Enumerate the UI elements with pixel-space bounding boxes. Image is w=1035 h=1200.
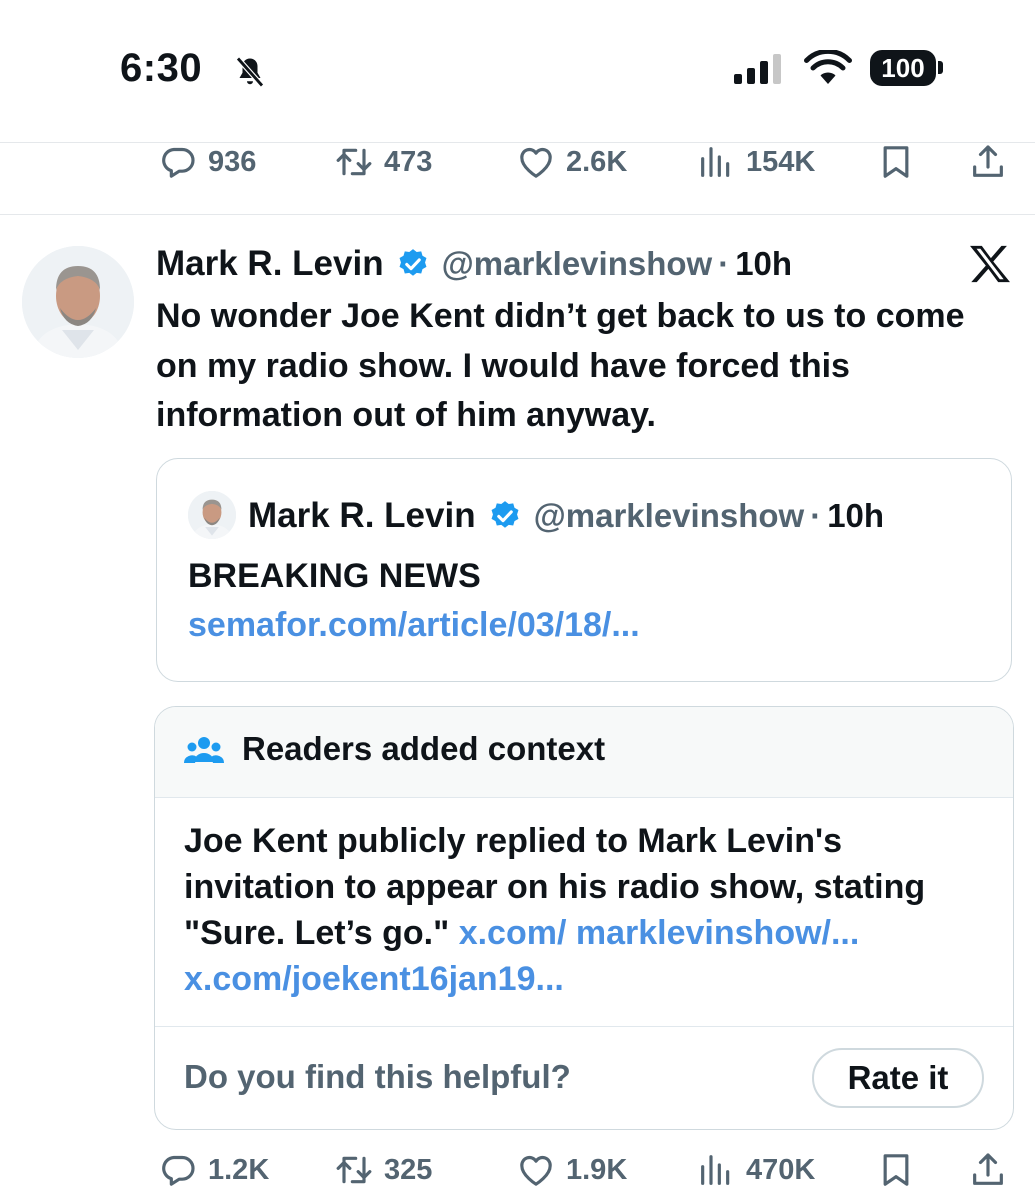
like-count: 2.6K bbox=[566, 145, 628, 178]
wifi-icon bbox=[804, 50, 852, 84]
reply-count: 1.2K bbox=[208, 1153, 270, 1186]
repost-count: 325 bbox=[384, 1153, 433, 1186]
time-separator: · bbox=[718, 245, 730, 282]
reply-button[interactable]: 1.2K bbox=[158, 1140, 269, 1200]
helpful-question: Do you find this helpful? bbox=[184, 1058, 571, 1095]
divider bbox=[155, 1026, 1013, 1027]
author-handle[interactable]: @marklevinshow bbox=[442, 245, 713, 283]
tweet-action-bar: 1.2K 325 1.9K 470K bbox=[0, 1140, 1035, 1200]
views-chart-icon bbox=[701, 147, 730, 177]
battery-indicator: 100 bbox=[870, 50, 936, 86]
divider bbox=[0, 214, 1035, 215]
repost-count: 473 bbox=[384, 145, 433, 178]
note-link-2[interactable]: x.com/joekent16jan19... bbox=[184, 960, 564, 998]
rate-it-button[interactable]: Rate it bbox=[812, 1048, 984, 1108]
quoted-avatar[interactable] bbox=[188, 491, 236, 539]
divider bbox=[155, 797, 1013, 798]
like-button[interactable]: 2.6K bbox=[516, 132, 627, 192]
community-note-text: Joe Kent publicly replied to Mark Levin'… bbox=[184, 818, 994, 1002]
quoted-tweet-header: Mark R. Levin @marklevinshow · 10h bbox=[248, 492, 884, 540]
community-note-title: Readers added context bbox=[242, 730, 606, 767]
heart-icon bbox=[520, 148, 552, 178]
share-button[interactable] bbox=[968, 132, 1008, 192]
share-icon bbox=[973, 1153, 1003, 1185]
share-button[interactable] bbox=[968, 1140, 1008, 1200]
x-logo-icon bbox=[970, 245, 1010, 283]
views-chart-icon bbox=[701, 1155, 730, 1185]
quoted-author-photo bbox=[188, 491, 236, 539]
bookmark-button[interactable] bbox=[876, 1140, 916, 1200]
repost-icon bbox=[336, 148, 372, 176]
bookmark-icon bbox=[883, 1154, 909, 1186]
repost-icon bbox=[336, 1156, 372, 1184]
note-link-1[interactable]: x.com/ marklevinshow/... bbox=[459, 914, 860, 952]
quoted-tweet-age[interactable]: 10h bbox=[827, 497, 884, 535]
bookmark-button[interactable] bbox=[876, 132, 916, 192]
reply-button[interactable]: 936 bbox=[158, 132, 256, 192]
note-link-1-part1: x.com/ bbox=[458, 914, 567, 952]
share-icon bbox=[973, 145, 1003, 177]
like-count: 1.9K bbox=[566, 1153, 628, 1186]
verified-badge-icon bbox=[399, 249, 427, 276]
battery-cap bbox=[938, 61, 943, 74]
bookmark-icon bbox=[883, 146, 909, 178]
tweet-header: Mark R. Levin @marklevinshow · 10h bbox=[156, 240, 792, 288]
reply-icon bbox=[162, 147, 195, 178]
views-button[interactable]: 154K bbox=[696, 132, 815, 192]
bell-slash-icon bbox=[236, 56, 264, 88]
time-separator: · bbox=[810, 497, 822, 534]
views-button[interactable]: 470K bbox=[696, 1140, 815, 1200]
author-name[interactable]: Mark R. Levin bbox=[156, 244, 384, 284]
reply-count: 936 bbox=[208, 145, 257, 178]
cellular-signal-icon bbox=[734, 54, 781, 84]
avatar[interactable] bbox=[22, 246, 134, 358]
heart-icon bbox=[520, 1156, 552, 1186]
views-count: 154K bbox=[746, 145, 816, 178]
repost-button[interactable]: 473 bbox=[334, 132, 432, 192]
quoted-tweet-text: BREAKING NEWS bbox=[188, 557, 481, 595]
prev-tweet-action-bar: 936 473 2.6K 154K bbox=[0, 132, 1035, 192]
quoted-author-name[interactable]: Mark R. Levin bbox=[248, 496, 476, 536]
verified-badge-icon bbox=[491, 501, 519, 528]
like-button[interactable]: 1.9K bbox=[516, 1140, 627, 1200]
tweet-age[interactable]: 10h bbox=[735, 245, 792, 283]
author-photo bbox=[22, 246, 134, 358]
tweet-text: No wonder Joe Kent didn’t get back to us… bbox=[156, 297, 965, 434]
people-group-icon bbox=[184, 737, 224, 763]
views-count: 470K bbox=[746, 1153, 816, 1186]
status-time: 6:30 bbox=[120, 46, 203, 90]
note-link-1-part2: marklevinshow/... bbox=[575, 914, 860, 952]
quoted-tweet-link[interactable]: semafor.com/article/03/18/... bbox=[188, 606, 640, 645]
quoted-author-handle[interactable]: @marklevinshow bbox=[534, 497, 805, 535]
repost-button[interactable]: 325 bbox=[334, 1140, 432, 1200]
reply-icon bbox=[162, 1155, 195, 1186]
